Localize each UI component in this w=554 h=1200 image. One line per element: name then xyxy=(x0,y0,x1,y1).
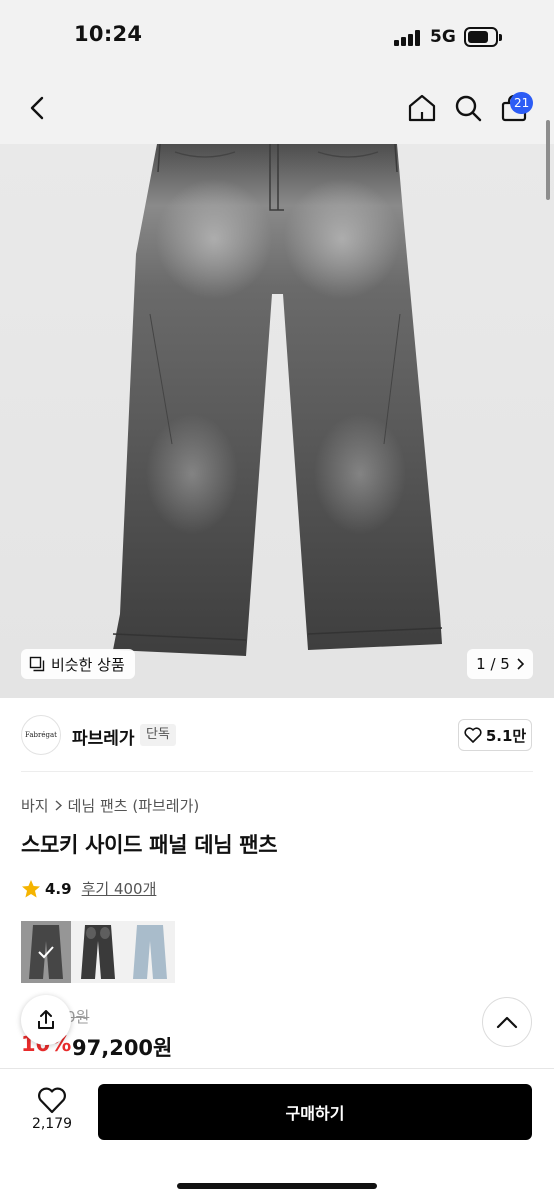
share-icon xyxy=(38,1010,54,1029)
divider xyxy=(21,771,533,772)
chevron-right-icon xyxy=(55,800,62,811)
signal-icon xyxy=(394,30,422,46)
swatch-image xyxy=(73,921,123,983)
brand-like-count: 5.1만 xyxy=(485,726,527,745)
battery-icon xyxy=(464,27,502,47)
swatch-light-blue[interactable] xyxy=(125,921,175,983)
product-title: 스모키 사이드 패널 데님 팬츠 xyxy=(21,833,278,857)
breadcrumb-item[interactable]: 데님 팬츠 (파브레가) xyxy=(68,795,200,816)
page-indicator: 1 / 5 xyxy=(476,655,510,673)
sale-price: 97,200원 xyxy=(72,1036,173,1060)
home-indicator[interactable] xyxy=(177,1183,377,1189)
chevron-right-icon xyxy=(517,658,524,670)
reviews-link[interactable]: 후기 400개 xyxy=(82,878,157,899)
image-pager[interactable]: 1 / 5 xyxy=(467,649,533,679)
check-icon xyxy=(38,946,54,959)
brand-logo[interactable]: Fabrégat xyxy=(21,715,61,755)
swatch-black[interactable] xyxy=(73,921,123,983)
buy-button[interactable]: 구매하기 xyxy=(98,1084,532,1140)
share-button[interactable] xyxy=(21,995,71,1045)
search-icon xyxy=(455,95,482,122)
swatch-grey[interactable] xyxy=(21,921,71,983)
chevron-up-icon xyxy=(496,1016,518,1029)
similar-icon xyxy=(29,656,45,672)
network-label: 5G xyxy=(430,27,456,47)
chevron-left-icon xyxy=(30,96,44,120)
brand-name[interactable]: 파브레가 xyxy=(72,724,135,749)
home-button[interactable] xyxy=(406,92,438,124)
selected-check xyxy=(21,921,71,983)
wishlist-count: 2,179 xyxy=(31,1116,73,1132)
status-time: 10:24 xyxy=(74,22,143,46)
top-nav xyxy=(0,72,554,144)
similar-products-label: 비슷한 상품 xyxy=(51,655,125,674)
color-swatches xyxy=(21,921,175,983)
product-image-carousel[interactable]: 비슷한 상품 1 / 5 xyxy=(0,144,554,698)
exclusive-badge: 단독 xyxy=(140,724,176,746)
status-bar: 10:24 5G xyxy=(0,0,554,72)
back-button[interactable] xyxy=(22,92,54,124)
scroll-top-button[interactable] xyxy=(482,997,532,1047)
product-image xyxy=(112,144,443,656)
search-button[interactable] xyxy=(452,92,484,124)
scrollbar-thumb[interactable] xyxy=(546,120,550,200)
swatch-image xyxy=(125,921,175,983)
home-icon xyxy=(408,94,436,122)
rating-row: 4.9 후기 400개 xyxy=(21,878,156,899)
breadcrumb: 바지 데님 팬츠 (파브레가) xyxy=(21,795,199,816)
rating-score: 4.9 xyxy=(45,879,72,898)
wishlist-button[interactable]: 2,179 xyxy=(26,1086,78,1132)
heart-icon xyxy=(38,1087,66,1114)
star-icon xyxy=(22,879,40,897)
brand-like-button[interactable]: 5.1만 xyxy=(458,719,532,751)
cart-count-badge: 21 xyxy=(510,92,534,114)
heart-icon xyxy=(464,727,482,743)
similar-products-button[interactable]: 비슷한 상품 xyxy=(21,649,135,679)
breadcrumb-item[interactable]: 바지 xyxy=(21,795,49,816)
